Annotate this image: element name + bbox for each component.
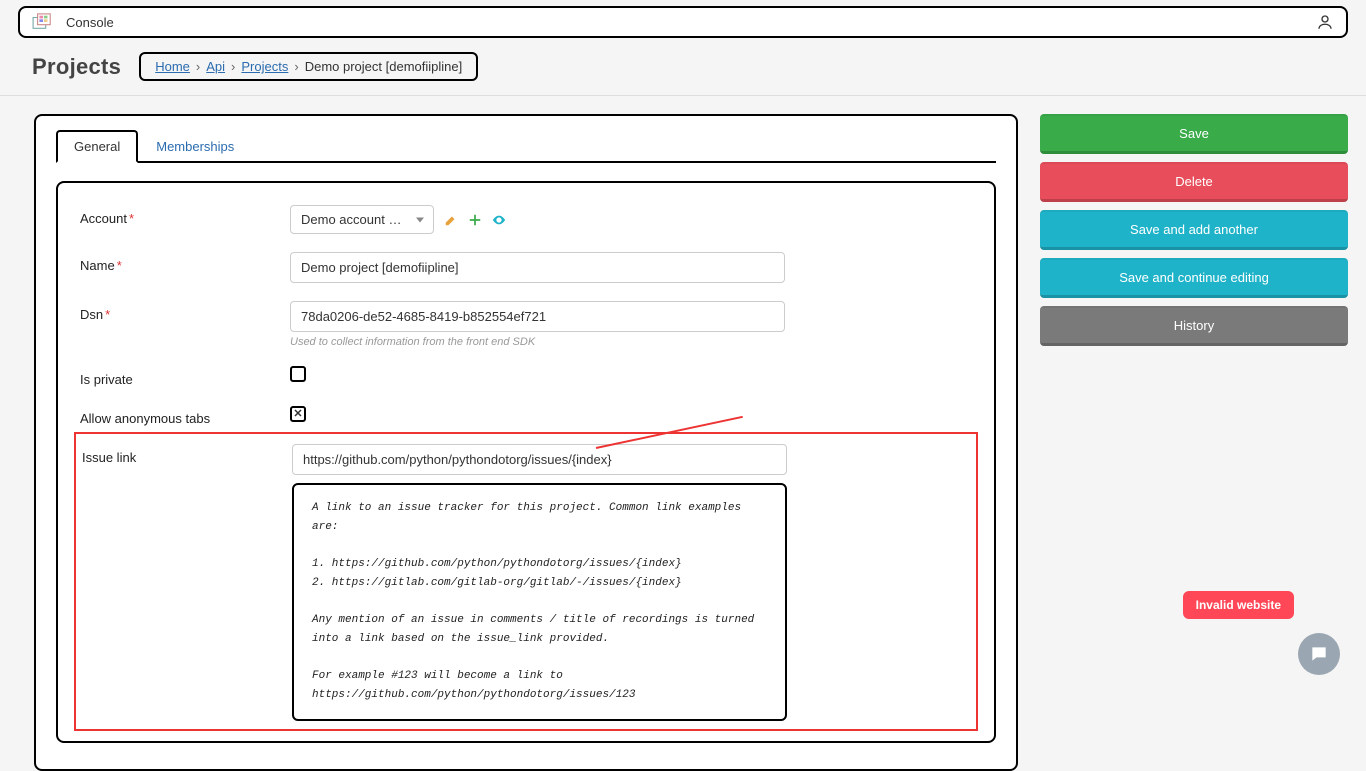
issue-link-input[interactable]: [292, 444, 787, 475]
save-continue-button[interactable]: Save and continue editing: [1040, 258, 1348, 298]
issue-link-label: Issue link: [82, 444, 292, 465]
allow-anon-label: Allow anonymous tabs: [80, 405, 290, 426]
dsn-help: Used to collect information from the fro…: [290, 336, 972, 348]
add-icon[interactable]: [468, 213, 482, 227]
tab-general[interactable]: General: [56, 130, 138, 163]
name-input[interactable]: [290, 252, 785, 283]
chat-icon[interactable]: [1298, 633, 1340, 675]
history-button[interactable]: History: [1040, 306, 1348, 346]
header-title: Console: [66, 15, 114, 30]
breadcrumb-projects[interactable]: Projects: [241, 59, 288, 74]
breadcrumb-current: Demo project [demofiipline]: [305, 59, 463, 74]
main-panel: General Memberships Account* Demo accoun…: [34, 114, 1018, 771]
view-icon[interactable]: [492, 213, 506, 227]
dsn-label: Dsn: [80, 307, 103, 322]
breadcrumb-sep: ›: [294, 59, 298, 74]
issue-link-highlight: Issue link A link to an issue tracker fo…: [74, 432, 978, 731]
action-sidebar: Save Delete Save and add another Save an…: [1040, 114, 1348, 771]
edit-icon[interactable]: [444, 213, 458, 227]
account-label: Account: [80, 211, 127, 226]
tabs: General Memberships: [56, 130, 996, 163]
breadcrumb: Home › Api › Projects › Demo project [de…: [139, 52, 478, 81]
invalid-website-badge[interactable]: Invalid website: [1183, 591, 1294, 619]
breadcrumb-row: Projects Home › Api › Projects › Demo pr…: [0, 38, 1366, 95]
is-private-checkbox[interactable]: [290, 366, 306, 382]
tab-memberships[interactable]: Memberships: [138, 130, 252, 163]
breadcrumb-sep: ›: [196, 59, 200, 74]
top-header: Console: [18, 6, 1348, 38]
account-select[interactable]: Demo account [demofii…: [290, 205, 434, 234]
user-icon[interactable]: [1316, 13, 1334, 31]
breadcrumb-home[interactable]: Home: [155, 59, 190, 74]
is-private-label: Is private: [80, 366, 290, 387]
save-button[interactable]: Save: [1040, 114, 1348, 154]
page-title: Projects: [32, 54, 121, 80]
form-card: Account* Demo account [demofii… Name* Ds…: [56, 181, 996, 743]
breadcrumb-sep: ›: [231, 59, 235, 74]
issue-link-help: A link to an issue tracker for this proj…: [292, 483, 787, 721]
allow-anon-checkbox[interactable]: ✕: [290, 406, 306, 422]
app-logo-icon: [32, 13, 54, 31]
delete-button[interactable]: Delete: [1040, 162, 1348, 202]
breadcrumb-api[interactable]: Api: [206, 59, 225, 74]
name-label: Name: [80, 258, 115, 273]
dsn-input[interactable]: [290, 301, 785, 332]
save-add-button[interactable]: Save and add another: [1040, 210, 1348, 250]
